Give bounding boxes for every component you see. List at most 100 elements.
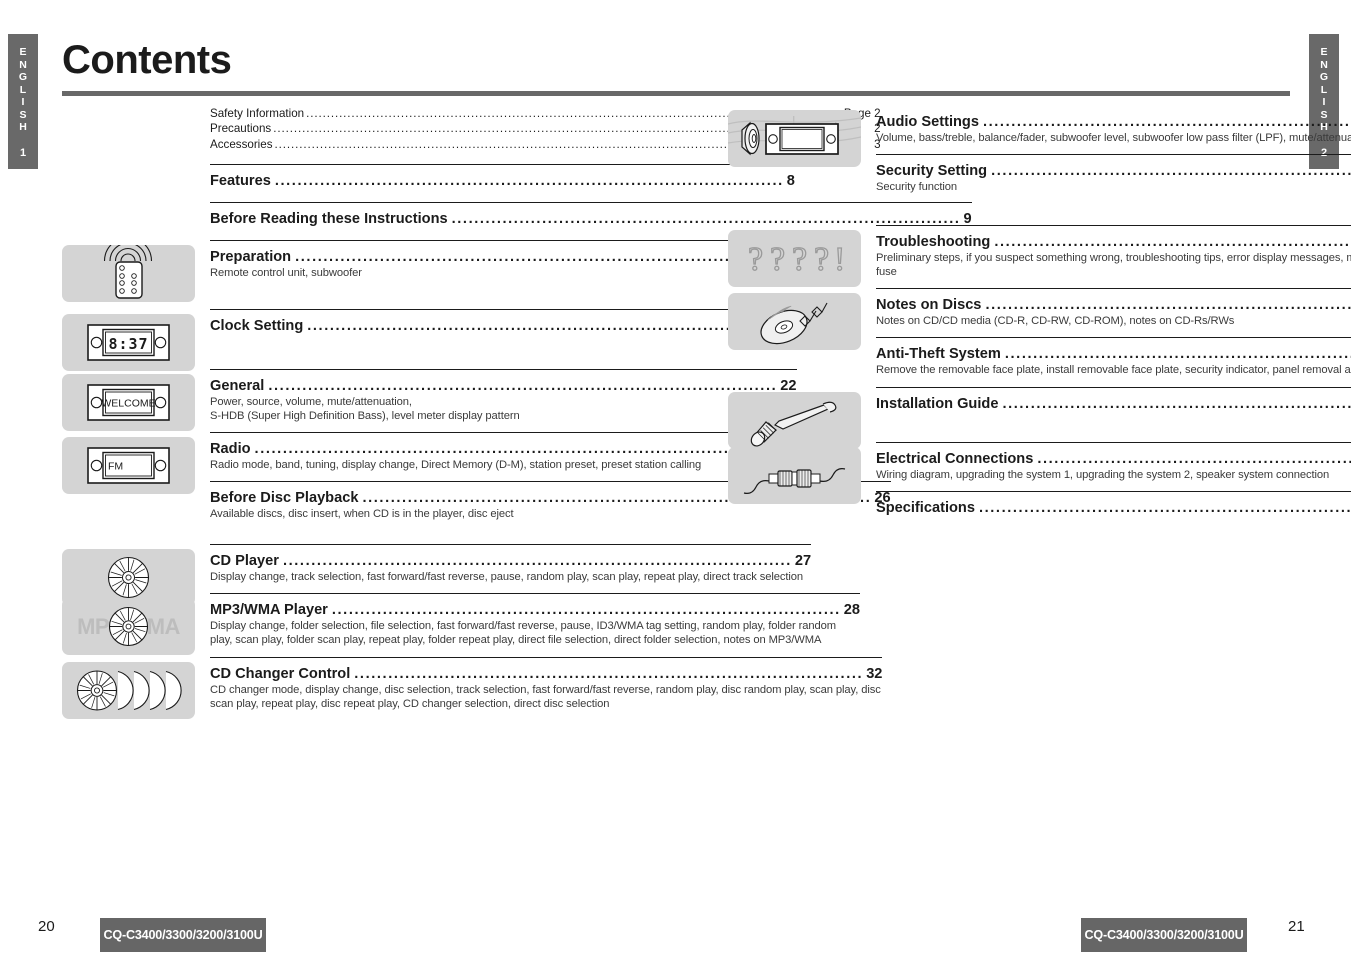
toc-entry-description: Display change, folder selection, file s… xyxy=(210,620,836,647)
toc-entry-text: Security Setting........................… xyxy=(876,145,1351,194)
toc-entry[interactable]: WELCOME General..........................… xyxy=(62,334,797,431)
toc-entry[interactable]: Before Reading these Instructions.......… xyxy=(62,189,972,228)
toc-entry-heading[interactable]: Audio Settings..........................… xyxy=(876,114,1351,130)
toc-entry[interactable]: Anti-Theft System.......................… xyxy=(728,328,1351,377)
leader-dots: ........................................… xyxy=(985,297,1351,314)
entry-divider xyxy=(876,224,1351,226)
toc-entry-text: Installation Guide......................… xyxy=(876,378,1351,412)
entry-divider xyxy=(876,288,1351,290)
toc-entry-description: Power, source, volume, mute/attenuation,… xyxy=(210,395,520,422)
toc-preamble-label: Precautions xyxy=(210,122,272,136)
entry-divider xyxy=(876,386,1351,388)
toc-entry-text: General.................................… xyxy=(210,334,797,424)
contents-page: ENGLISH 1 ENGLISH 2 Contents Safety Info… xyxy=(0,0,1351,954)
toc-entry-label: Features xyxy=(210,173,271,190)
toc-entry[interactable]: Preparation.............................… xyxy=(62,227,824,303)
toc-entry[interactable]: CD Player...............................… xyxy=(62,522,812,606)
toc-entry-heading[interactable]: CD Changer Control......................… xyxy=(210,666,882,682)
toc-entry-heading[interactable]: Notes on Discs..........................… xyxy=(876,297,1351,313)
toc-entry[interactable]: Before Disc Playback....................… xyxy=(62,472,891,521)
toc-entry-heading[interactable]: General.................................… xyxy=(210,378,797,394)
language-tab-left-number: 1 xyxy=(19,146,27,159)
entry-divider xyxy=(210,543,812,545)
svg-text:?: ? xyxy=(748,241,763,278)
toc-entry[interactable]: Electrical Connections..................… xyxy=(728,412,1351,504)
toc-entry-label: Before Disc Playback xyxy=(210,490,359,507)
leader-dots: ........................................… xyxy=(1037,450,1351,467)
toc-entry-text: Notes on Discs..........................… xyxy=(876,279,1351,328)
toc-entry-heading[interactable]: MP3/WMA Player..........................… xyxy=(210,602,860,618)
toc-entry-heading[interactable]: Troubleshooting.........................… xyxy=(876,234,1351,250)
toc-entry-text: Electrical Connections..................… xyxy=(876,412,1351,482)
leader-dots: ........................................… xyxy=(354,665,864,682)
toc-entry-label: Electrical Connections xyxy=(876,450,1034,467)
entry-divider xyxy=(210,656,883,658)
toc-entry-label: Security Setting xyxy=(876,163,988,180)
toc-entry-heading[interactable]: Specifications..........................… xyxy=(876,500,1351,516)
left-column: Safety Information......................… xyxy=(62,106,972,719)
toc-entry-text: CD Changer Control......................… xyxy=(210,648,883,712)
toc-entry-text: MP3/WMA Player..........................… xyxy=(210,584,861,648)
leader-dots: ........................................… xyxy=(1004,346,1351,363)
leader-dots: ........................................… xyxy=(282,552,792,569)
toc-entry-text: Troubleshooting.........................… xyxy=(876,195,1351,280)
toc-entry-description: Preliminary steps, if you suspect someth… xyxy=(876,251,1351,278)
toc-preamble-block: Safety Information......................… xyxy=(62,106,881,164)
leader-dots: ........................................… xyxy=(268,377,778,394)
toc-entry[interactable]: MP3/WMA MP3/WMA Player...................… xyxy=(62,584,861,655)
toc-entry-heading[interactable]: CD Player...............................… xyxy=(210,553,811,569)
model-badge-left: CQ-C3400/3300/3200/3100U xyxy=(100,918,266,952)
leader-dots: ........................................… xyxy=(274,173,784,190)
leader-dots: ........................................… xyxy=(978,500,1351,517)
svg-text:?: ? xyxy=(814,241,829,278)
toc-entry-label: MP3/WMA Player xyxy=(210,602,328,618)
toc-entry-page: 28 xyxy=(843,602,861,618)
mp3-wma-disc-icon: MP3/WMA xyxy=(62,598,195,655)
entry-divider xyxy=(876,441,1351,443)
toc-entry-text: Features................................… xyxy=(210,164,795,189)
toc-entry-heading[interactable]: Installation Guide......................… xyxy=(876,396,1351,412)
toc-entry-description: Display change, track selection, fast fo… xyxy=(210,570,804,583)
page-number-left: 20 xyxy=(38,918,55,935)
leader-dots: ........................................… xyxy=(982,114,1351,130)
toc-entry-heading[interactable]: Anti-Theft System.......................… xyxy=(876,346,1351,362)
toc-entry-label: Before Reading these Instructions xyxy=(210,211,448,228)
toc-entry-description: Wiring diagram, upgrading the system 1, … xyxy=(876,468,1330,481)
toc-entry-heading[interactable]: Features................................… xyxy=(210,173,795,189)
toc-entry[interactable]: Security Setting........................… xyxy=(728,145,1351,194)
toc-entry[interactable]: FM Radio.................................… xyxy=(62,423,783,495)
toc-entry-text: Radio...................................… xyxy=(210,423,783,472)
toc-entry[interactable]: Features................................… xyxy=(62,164,795,189)
leader-dots: ........................................… xyxy=(991,163,1351,180)
svg-text:?: ? xyxy=(770,241,785,278)
toc-entry-heading[interactable]: Radio...................................… xyxy=(210,441,783,457)
svg-text:FM: FM xyxy=(108,461,123,473)
toc-entry[interactable]: Installation Guide......................… xyxy=(728,378,1351,449)
toc-entry-page: 27 xyxy=(794,552,812,569)
toc-entry[interactable]: CD Changer Control......................… xyxy=(62,648,883,719)
toc-entry-label: Audio Settings xyxy=(876,114,979,130)
language-tab-left: ENGLISH 1 xyxy=(8,34,38,169)
toc-entry-description: Notes on CD/CD media (CD-R, CD-RW, CD-RO… xyxy=(876,315,1235,328)
entry-divider xyxy=(210,593,861,594)
toc-entry[interactable]: ????! Troubleshooting....................… xyxy=(728,195,1351,287)
toc-entry-description: Remove the removable face plate, install… xyxy=(876,364,1351,377)
entry-divider xyxy=(210,432,783,434)
page-number-right: 21 xyxy=(1288,918,1305,935)
toc-entry-description: Security function xyxy=(876,181,958,194)
entry-divider xyxy=(210,368,797,370)
toc-entry[interactable]: Audio Settings..........................… xyxy=(728,106,1351,167)
toc-entry-label: CD Changer Control xyxy=(210,665,351,682)
toc-entry-text: CD Player...............................… xyxy=(210,522,812,584)
cd-changer-icon xyxy=(62,661,195,719)
svg-text:WELCOME: WELCOME xyxy=(101,397,155,409)
toc-entry-label: Troubleshooting xyxy=(876,233,991,250)
toc-entry-label: Preparation xyxy=(210,249,292,266)
page-title: Contents xyxy=(62,38,232,82)
toc-entry[interactable]: Notes on Discs..........................… xyxy=(728,279,1351,351)
toc-entry-heading[interactable]: Security Setting........................… xyxy=(876,163,1351,179)
entry-divider xyxy=(210,164,795,166)
toc-entry-heading[interactable]: Electrical Connections..................… xyxy=(876,451,1351,467)
toc-entry[interactable]: Specifications..........................… xyxy=(728,482,1351,516)
toc-entry[interactable]: 8:37 Clock Setting.......................… xyxy=(62,281,835,371)
